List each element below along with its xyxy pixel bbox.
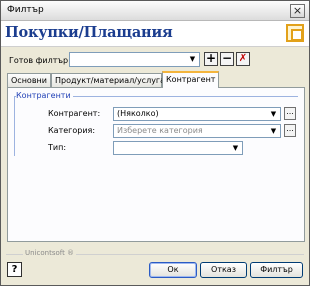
type-dropdown[interactable]: ▼ (113, 141, 243, 155)
ok-button[interactable]: Ок (149, 262, 197, 278)
add-filter-button[interactable]: + (204, 52, 218, 66)
category-label: Категория: (48, 126, 96, 135)
contractor-label: Контрагент: (48, 109, 101, 118)
filter-dialog: Филтър × Покупки/Плащания Готов филтър: … (0, 0, 310, 286)
contractor-dropdown[interactable]: (Няколко) ▼ (113, 107, 281, 121)
tab-basic[interactable]: Основни (7, 73, 51, 87)
chevron-down-icon[interactable]: ▼ (188, 55, 197, 64)
category-dropdown[interactable]: Изберете категория ▼ (113, 124, 281, 138)
filter-button[interactable]: Филтър (250, 262, 303, 278)
chevron-down-icon[interactable]: ▼ (269, 110, 278, 119)
page-title: Покупки/Плащания (5, 24, 173, 41)
remove-filter-button[interactable]: − (220, 52, 234, 66)
brand-label: Unicontsoft ® (23, 249, 77, 257)
help-button[interactable]: ? (7, 262, 22, 277)
chevron-down-icon[interactable]: ▼ (269, 127, 278, 136)
header-banner: Покупки/Плащания (1, 21, 309, 47)
ready-filter-dropdown[interactable]: ▼ (69, 52, 200, 67)
contractor-browse-button[interactable]: ... (284, 107, 296, 120)
cancel-button[interactable]: Отказ (200, 262, 247, 278)
close-button[interactable]: × (290, 4, 305, 18)
type-label: Тип: (48, 143, 67, 152)
tab-strip: Основни Продукт/материал/услуга Контраге… (7, 71, 305, 88)
category-placeholder: Изберете категория (117, 126, 203, 135)
tab-product[interactable]: Продукт/материал/услуга (51, 73, 165, 87)
clear-filter-button[interactable]: ✗ (236, 52, 250, 66)
window-title: Филтър (7, 5, 44, 15)
chevron-down-icon[interactable]: ▼ (231, 144, 240, 153)
orange-square-icon (286, 24, 304, 42)
contractor-value: (Няколко) (117, 109, 159, 118)
category-browse-button[interactable]: ... (284, 124, 296, 137)
ready-filter-label: Готов филтър: (9, 56, 71, 65)
tab-contractor[interactable]: Контрагент (162, 71, 219, 88)
title-bar: Филтър × (1, 1, 309, 21)
contractors-group-title: Контрагенти (16, 91, 73, 100)
contractor-panel: Контрагенти Контрагент: (Няколко) ▼ ... … (7, 87, 305, 242)
